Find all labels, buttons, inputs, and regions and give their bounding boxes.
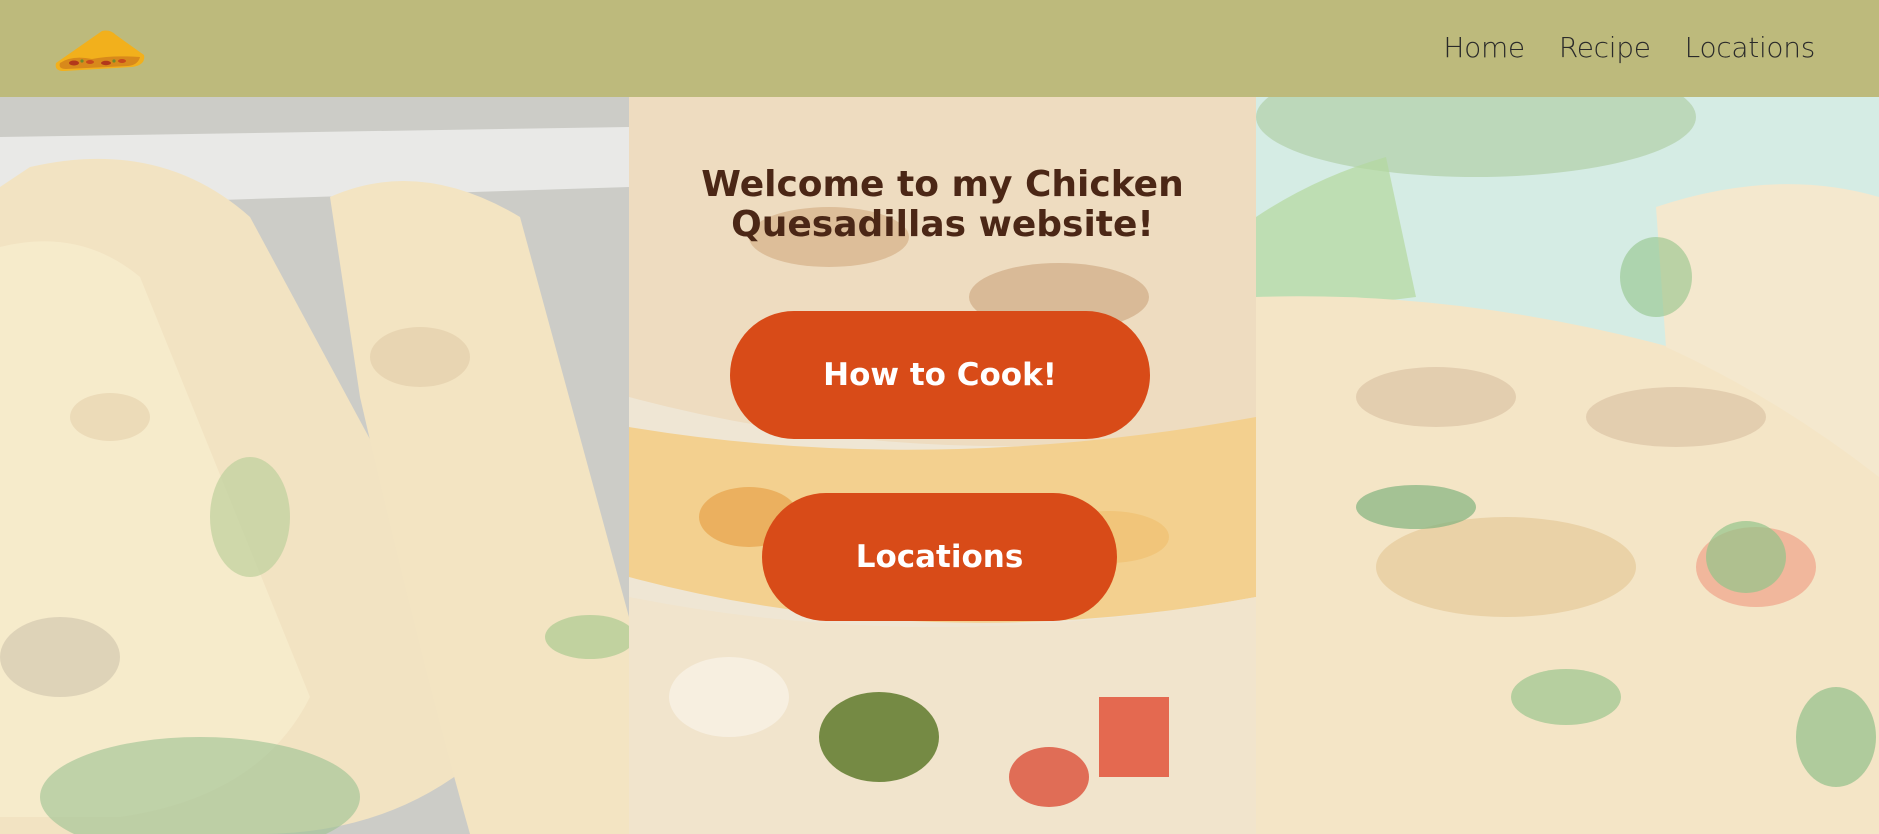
background-image-right bbox=[1256, 97, 1879, 834]
background-image-left bbox=[0, 97, 629, 834]
nav-recipe[interactable]: Recipe bbox=[1559, 31, 1651, 64]
nav-home[interactable]: Home bbox=[1443, 31, 1525, 64]
how-to-cook-button[interactable]: How to Cook! bbox=[730, 311, 1150, 439]
site-header: Home Recipe Locations bbox=[0, 0, 1879, 97]
nav-locations[interactable]: Locations bbox=[1685, 31, 1816, 64]
quesadilla-logo-icon[interactable] bbox=[52, 25, 148, 73]
page-title: Welcome to my Chicken Quesadillas websit… bbox=[701, 164, 1184, 245]
main-nav: Home Recipe Locations bbox=[1443, 31, 1815, 64]
locations-button[interactable]: Locations bbox=[762, 493, 1117, 621]
hero-content: Welcome to my Chicken Quesadillas websit… bbox=[629, 97, 1256, 834]
